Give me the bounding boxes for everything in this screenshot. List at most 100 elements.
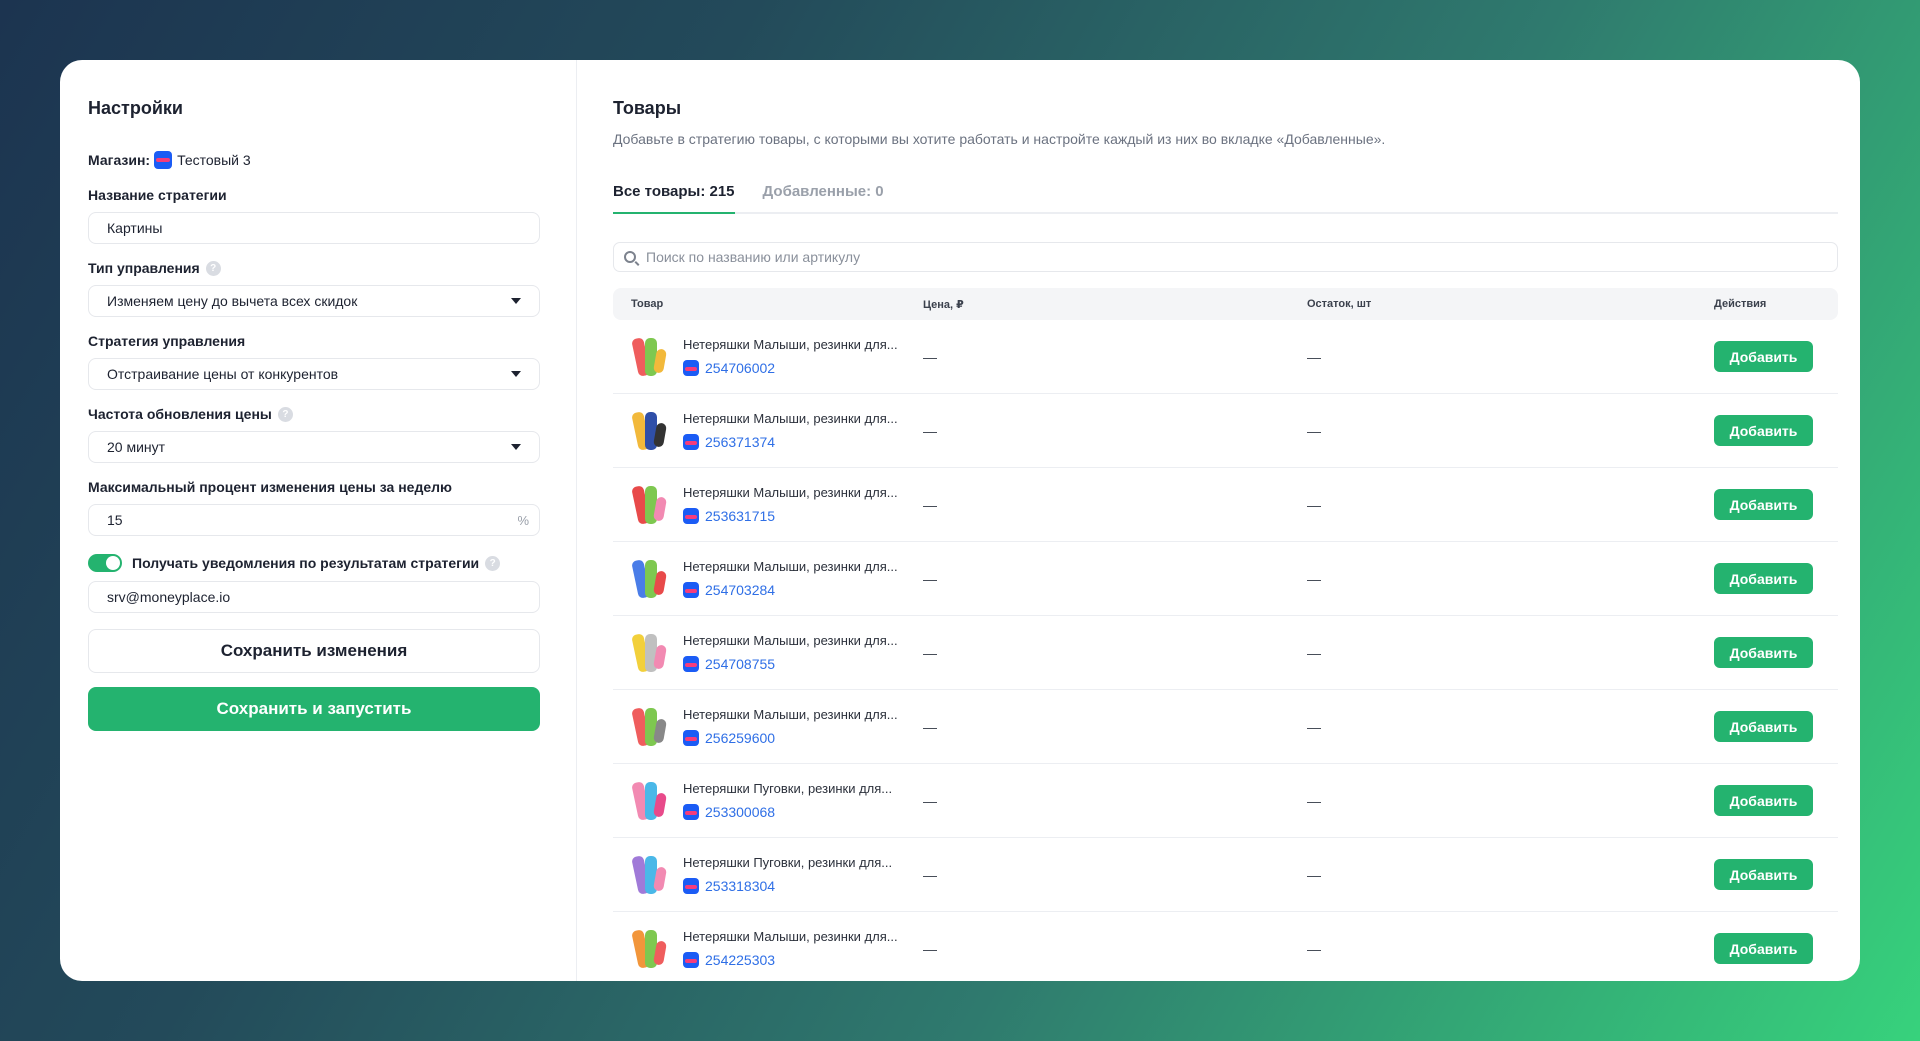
tab-all-products[interactable]: Все товары: 215 [613,183,735,214]
product-sku[interactable]: 253300068 [705,804,775,820]
product-name: Нетеряшки Малыши, резинки для... [683,707,898,722]
product-sku-link[interactable]: 254225303 [683,952,923,968]
strategy-name-input[interactable] [107,220,521,236]
product-cell: Нетеряшки Пуговки, резинки для... 2533000… [613,777,923,825]
add-product-button[interactable]: Добавить [1714,859,1813,890]
product-stock: — [1307,422,1321,439]
product-info: Нетеряшки Малыши, резинки для... 25470875… [683,633,923,672]
product-cell: Нетеряшки Малыши, резинки для... 25637137… [613,407,923,455]
control-strategy-label: Стратегия управления [88,333,246,349]
product-stock: — [1307,348,1321,365]
save-and-run-button[interactable]: Сохранить и запустить [88,687,540,731]
notify-toggle[interactable] [88,554,122,572]
product-name: Нетеряшки Малыши, резинки для... [683,411,898,426]
product-name: Нетеряшки Малыши, резинки для... [683,559,898,574]
add-product-button[interactable]: Добавить [1714,563,1813,594]
caret-down-icon [511,444,521,450]
store-name: Тестовый 3 [177,152,251,168]
product-name: Нетеряшки Малыши, резинки для... [683,337,898,352]
settings-panel: Настройки Магазин: Тестовый 3 Название с… [60,60,577,981]
products-panel: Товары Добавьте в стратегию товары, с ко… [577,60,1860,981]
add-product-button[interactable]: Добавить [1714,711,1813,742]
table-row: Нетеряшки Малыши, резинки для... 25625960… [613,690,1838,764]
product-sku[interactable]: 254706002 [705,360,775,376]
product-sku-link[interactable]: 256259600 [683,730,923,746]
product-stock: — [1307,940,1321,957]
product-sku[interactable]: 254703284 [705,582,775,598]
product-name: Нетеряшки Малыши, резинки для... [683,929,898,944]
control-strategy-value: Отстраивание цены от конкурентов [107,366,339,382]
product-info: Нетеряшки Малыши, резинки для... 25625960… [683,707,923,746]
table-row: Нетеряшки Пуговки, резинки для... 2533183… [613,838,1838,912]
strategy-name-field[interactable] [88,212,540,244]
help-icon[interactable]: ? [485,555,501,571]
save-button[interactable]: Сохранить изменения [88,629,540,673]
product-sku-link[interactable]: 256371374 [683,434,923,450]
product-stock: — [1307,866,1321,883]
product-tabs: Все товары: 215 Добавленные: 0 [613,183,1838,214]
caret-down-icon [511,371,521,377]
notify-email-field[interactable] [88,581,540,613]
update-freq-value: 20 минут [107,439,166,455]
product-price: — [923,348,937,365]
actions-cell: Добавить [1698,341,1838,372]
product-stock: — [1307,718,1321,735]
add-product-button[interactable]: Добавить [1714,933,1813,964]
control-type-select[interactable]: Изменяем цену до вычета всех скидок [88,285,540,317]
product-sku[interactable]: 254225303 [705,952,775,968]
max-change-field[interactable]: % [88,504,540,536]
ozon-icon [154,151,173,169]
update-freq-select[interactable]: 20 минут [88,431,540,463]
ozon-icon [683,878,699,894]
product-price: — [923,718,937,735]
product-cell: Нетеряшки Малыши, резинки для... 25625960… [613,703,923,751]
notify-row: Получать уведомления по результатам стра… [88,554,540,572]
product-info: Нетеряшки Малыши, резинки для... 25422530… [683,929,923,968]
search-bar[interactable] [613,242,1838,272]
table-row: Нетеряшки Малыши, резинки для... 25470875… [613,616,1838,690]
actions-cell: Добавить [1698,563,1838,594]
product-sku-link[interactable]: 254703284 [683,582,923,598]
product-sku[interactable]: 253318304 [705,878,775,894]
actions-cell: Добавить [1698,859,1838,890]
search-input[interactable] [646,249,1827,265]
tab-added-products[interactable]: Добавленные: 0 [763,183,884,212]
column-actions: Действия [1714,298,1767,310]
product-image [629,925,669,973]
product-image [629,629,669,677]
add-product-button[interactable]: Добавить [1714,415,1813,446]
product-sku[interactable]: 254708755 [705,656,775,672]
column-stock: Остаток, шт [1307,298,1372,310]
product-sku-link[interactable]: 254706002 [683,360,923,376]
products-description: Добавьте в стратегию товары, с которыми … [613,131,1386,147]
product-cell: Нетеряшки Малыши, резинки для... 25363171… [613,481,923,529]
product-image [629,555,669,603]
notify-email-input[interactable] [107,589,521,605]
product-sku-link[interactable]: 253318304 [683,878,923,894]
add-product-button[interactable]: Добавить [1714,489,1813,520]
product-price: — [923,792,937,809]
product-sku-link[interactable]: 253300068 [683,804,923,820]
ozon-icon [683,952,699,968]
product-price: — [923,570,937,587]
table-row: Нетеряшки Пуговки, резинки для... 2533000… [613,764,1838,838]
control-strategy-select[interactable]: Отстраивание цены от конкурентов [88,358,540,390]
help-icon[interactable]: ? [205,260,221,276]
control-type-label: Тип управления ? [88,260,540,276]
product-sku-link[interactable]: 253631715 [683,508,923,524]
add-product-button[interactable]: Добавить [1714,341,1813,372]
control-type-value: Изменяем цену до вычета всех скидок [107,293,358,309]
product-sku[interactable]: 256259600 [705,730,775,746]
help-icon[interactable]: ? [277,406,293,422]
add-product-button[interactable]: Добавить [1714,785,1813,816]
product-name: Нетеряшки Пуговки, резинки для... [683,855,893,870]
product-sku[interactable]: 256371374 [705,434,775,450]
product-price: — [923,940,937,957]
max-change-input[interactable] [107,512,518,528]
ozon-icon [683,804,699,820]
product-sku[interactable]: 253631715 [705,508,775,524]
product-sku-link[interactable]: 254708755 [683,656,923,672]
add-product-button[interactable]: Добавить [1714,637,1813,668]
product-cell: Нетеряшки Пуговки, резинки для... 2533183… [613,851,923,899]
table-row: Нетеряшки Малыши, резинки для... 25637137… [613,394,1838,468]
